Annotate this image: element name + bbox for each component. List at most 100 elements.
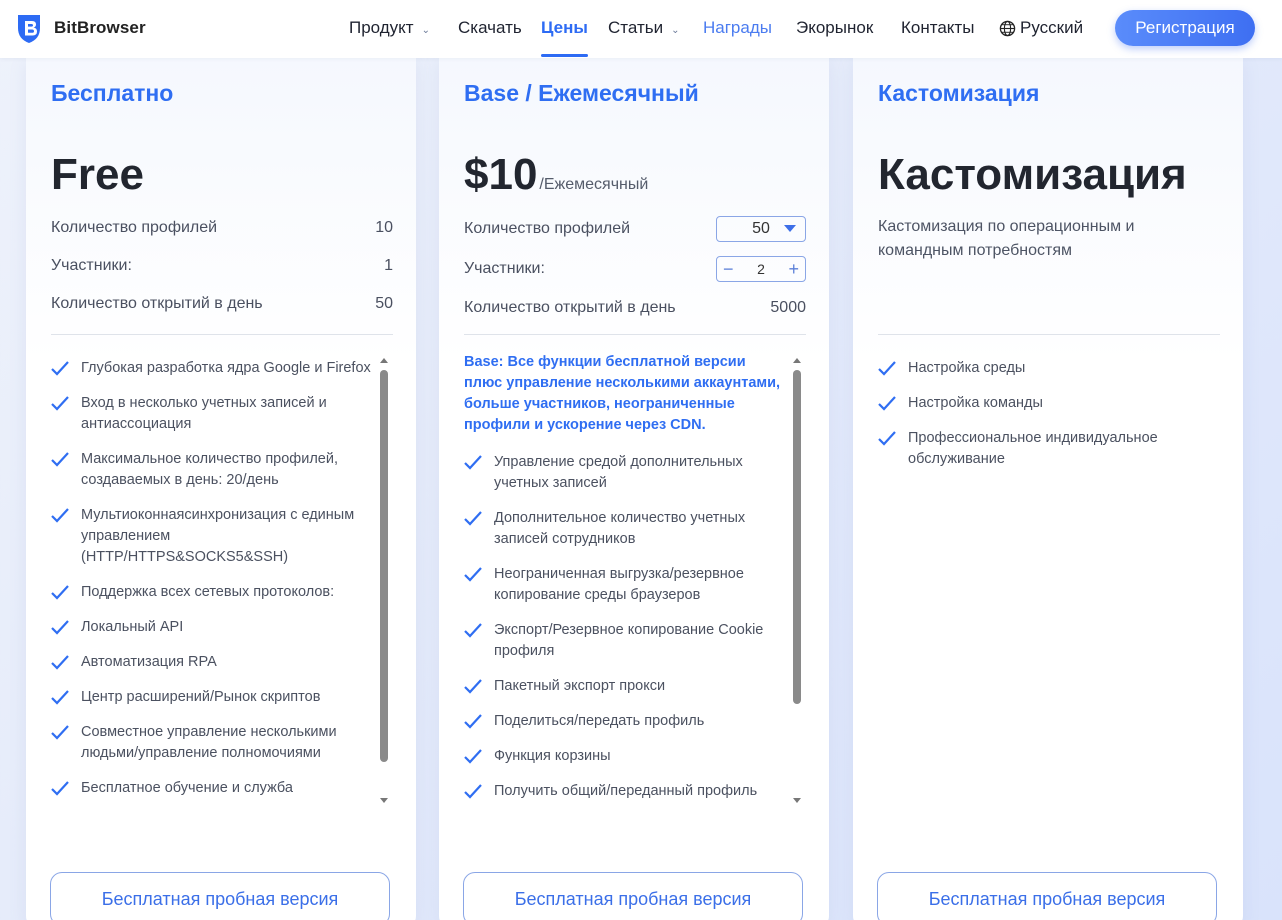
divider <box>878 334 1220 335</box>
feature-item: Получить общий/переданный профиль <box>464 781 784 802</box>
feature-text: Совместное управление несколькими людьми… <box>81 724 337 761</box>
scroll-up-arrow[interactable] <box>793 358 801 363</box>
feature-item: Глубокая разработка ядра Google и Firefo… <box>51 358 371 379</box>
scrollbar-thumb[interactable] <box>793 370 801 704</box>
scrollbar-thumb[interactable] <box>380 370 388 762</box>
plan-name: Кастомизация <box>878 80 1040 106</box>
stepper-value[interactable]: 2 <box>757 261 765 277</box>
nav-contacts[interactable]: Контакты <box>901 18 974 38</box>
feature-item: Мультиоконнаясинхронизация с единым упра… <box>51 505 371 568</box>
spec-daily-opens: Количество открытий в день 50 <box>51 292 393 316</box>
feature-item: Максимальное количество профилей, создав… <box>51 449 371 491</box>
feature-item: Управление средой дополнительных учетных… <box>464 452 784 494</box>
scroll-down-arrow[interactable] <box>793 798 801 803</box>
nav-product[interactable]: Продукт ⌄ <box>349 18 430 38</box>
nav-contacts-label: Контакты <box>901 18 975 37</box>
nav-ecomarket[interactable]: Экорынок <box>796 18 873 38</box>
check-icon <box>51 585 69 600</box>
feature-list[interactable]: Глубокая разработка ядра Google и Firefo… <box>51 358 371 812</box>
members-stepper[interactable]: − 2 + <box>716 256 806 282</box>
check-icon <box>464 784 482 799</box>
feature-text: Профессиональное индивидуальное обслужив… <box>908 430 1158 467</box>
spec-profiles: Количество профилей 50 <box>464 216 806 242</box>
logo-text: BitBrowser <box>54 18 146 37</box>
profiles-select[interactable]: 50 <box>716 216 806 242</box>
feature-text: Вход в несколько учетных записей и антиа… <box>81 395 327 432</box>
plan-intro: Base: Все функции бесплатной версии плюс… <box>464 354 781 433</box>
check-icon <box>51 452 69 467</box>
feature-item: Пакетный экспорт прокси <box>464 676 784 697</box>
feature-list[interactable]: Base: Все функции бесплатной версии плюс… <box>464 352 784 806</box>
check-icon <box>51 396 69 411</box>
feature-item: Вход в несколько учетных записей и антиа… <box>51 393 371 435</box>
minus-icon[interactable]: − <box>723 260 734 278</box>
check-icon <box>51 781 69 796</box>
feature-text: Функция корзины <box>494 748 611 764</box>
check-icon <box>878 396 896 411</box>
feature-text: Экспорт/Резервное копирование Cookie про… <box>494 622 764 659</box>
check-icon <box>51 508 69 523</box>
feature-item: Поделиться/передать профиль <box>464 711 784 732</box>
nav-articles[interactable]: Статьи ⌄ <box>608 18 679 38</box>
feature-item: Локальный API <box>51 617 371 638</box>
check-icon <box>464 714 482 729</box>
feature-text: Центр расширений/Рынок скриптов <box>81 689 321 705</box>
feature-item: Экспорт/Резервное копирование Cookie про… <box>464 620 784 662</box>
plan-price: $10/Ежемесячный <box>464 150 648 200</box>
feature-text: Автоматизация RPA <box>81 654 217 670</box>
price-unit: /Ежемесячный <box>539 176 649 193</box>
feature-item: Совместное управление несколькими людьми… <box>51 722 371 764</box>
plan-description: Кастомизация по операционным и командным… <box>878 218 1135 259</box>
divider <box>464 334 806 335</box>
feature-text: Максимальное количество профилей, создав… <box>81 451 338 488</box>
plan-name: Base / Ежемесячный <box>464 80 699 106</box>
feature-text: Мультиоконнаясинхронизация с единым упра… <box>81 507 355 565</box>
check-icon <box>464 455 482 470</box>
feature-text: Управление средой дополнительных учетных… <box>494 454 743 491</box>
spec-label: Количество открытий в день <box>51 295 263 312</box>
nav-download-label: Скачать <box>458 18 522 37</box>
feature-item: Автоматизация RPA <box>51 652 371 673</box>
spec-members: Участники: − 2 + <box>464 256 806 282</box>
nav-awards[interactable]: Награды <box>703 18 772 38</box>
feature-text: Пакетный экспорт прокси <box>494 678 666 694</box>
nav-prices-label: Цены <box>541 18 588 37</box>
feature-list: Настройка среды Настройка команды Профес… <box>878 358 1198 558</box>
spec-value: 5000 <box>770 299 806 316</box>
select-value: 50 <box>752 220 770 237</box>
plus-icon[interactable]: + <box>788 260 799 278</box>
feature-item: Поддержка всех сетевых протоколов: <box>51 582 371 603</box>
spec-members: Участники: 1 <box>51 254 393 278</box>
feature-text: Глубокая разработка ядра Google и Firefo… <box>81 360 371 376</box>
scroll-down-arrow[interactable] <box>380 798 388 803</box>
feature-text: Поделиться/передать профиль <box>494 713 705 729</box>
spec-value: 50 <box>375 295 393 312</box>
nav-articles-label: Статьи <box>608 18 664 37</box>
spec-label: Участники: <box>464 260 545 277</box>
nav-download[interactable]: Скачать <box>458 18 522 38</box>
free-trial-button[interactable]: Бесплатная пробная версия <box>50 872 390 920</box>
scroll-up-arrow[interactable] <box>380 358 388 363</box>
check-icon <box>51 690 69 705</box>
language-label: Русский <box>1020 18 1084 37</box>
feature-item: Профессиональное индивидуальное обслужив… <box>878 428 1198 470</box>
nav-prices[interactable]: Цены <box>541 18 588 57</box>
globe-icon <box>999 20 1016 36</box>
feature-text: Настройка команды <box>908 395 1043 411</box>
caret-down-icon <box>784 225 796 232</box>
language-selector[interactable]: Русский <box>999 18 1083 38</box>
spec-value: 10 <box>375 219 393 236</box>
brand-logo[interactable]: BitBrowser <box>15 12 146 44</box>
spec-label: Количество открытий в день <box>464 299 676 316</box>
check-icon <box>51 620 69 635</box>
feature-text: Локальный API <box>81 619 184 635</box>
check-icon <box>51 655 69 670</box>
price-amount: $10 <box>464 150 538 199</box>
register-button[interactable]: Регистрация <box>1115 10 1255 46</box>
feature-item: Дополнительное количество учетных записе… <box>464 508 784 550</box>
spec-profiles: Количество профилей 10 <box>51 216 393 240</box>
custom-trial-button[interactable]: Бесплатная пробная версия <box>877 872 1217 920</box>
base-trial-button[interactable]: Бесплатная пробная версия <box>463 872 803 920</box>
plan-price: Free <box>51 150 144 199</box>
check-icon <box>878 361 896 376</box>
